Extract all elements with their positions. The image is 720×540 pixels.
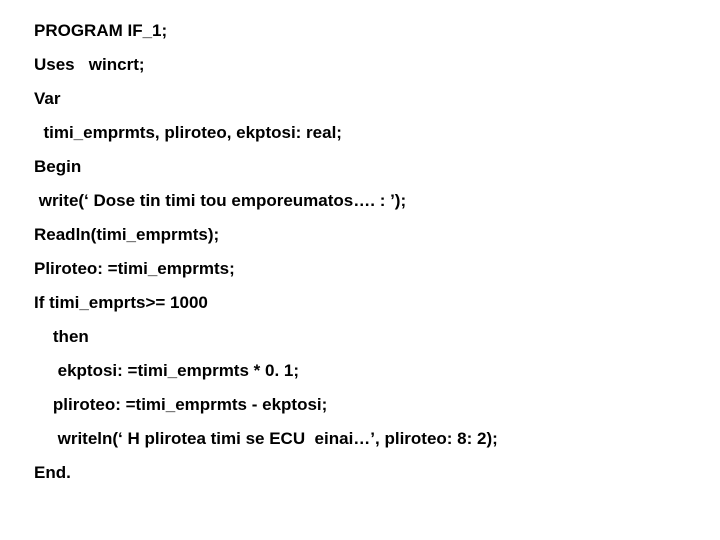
code-line: timi_emprmts, pliroteo, ekptosi: real; bbox=[34, 124, 720, 141]
code-document: PROGRAM IF_1; Uses wincrt; Var timi_empr… bbox=[0, 0, 720, 481]
code-line: write(‘ Dose tin timi tou emporeumatos….… bbox=[34, 192, 720, 209]
code-line: PROGRAM IF_1; bbox=[34, 22, 720, 39]
code-line: Readln(timi_emprmts); bbox=[34, 226, 720, 243]
code-line: If timi_emprts>= 1000 bbox=[34, 294, 720, 311]
code-line: ekptosi: =timi_emprmts * 0. 1; bbox=[34, 362, 720, 379]
code-line: Pliroteo: =timi_emprmts; bbox=[34, 260, 720, 277]
code-line: pliroteo: =timi_emprmts - ekptosi; bbox=[34, 396, 720, 413]
code-line: Begin bbox=[34, 158, 720, 175]
code-line: End. bbox=[34, 464, 720, 481]
code-line: Var bbox=[34, 90, 720, 107]
code-line: Uses wincrt; bbox=[34, 56, 720, 73]
code-line: writeln(‘ H plirotea timi se ECU einai…’… bbox=[34, 430, 720, 447]
code-line: then bbox=[34, 328, 720, 345]
